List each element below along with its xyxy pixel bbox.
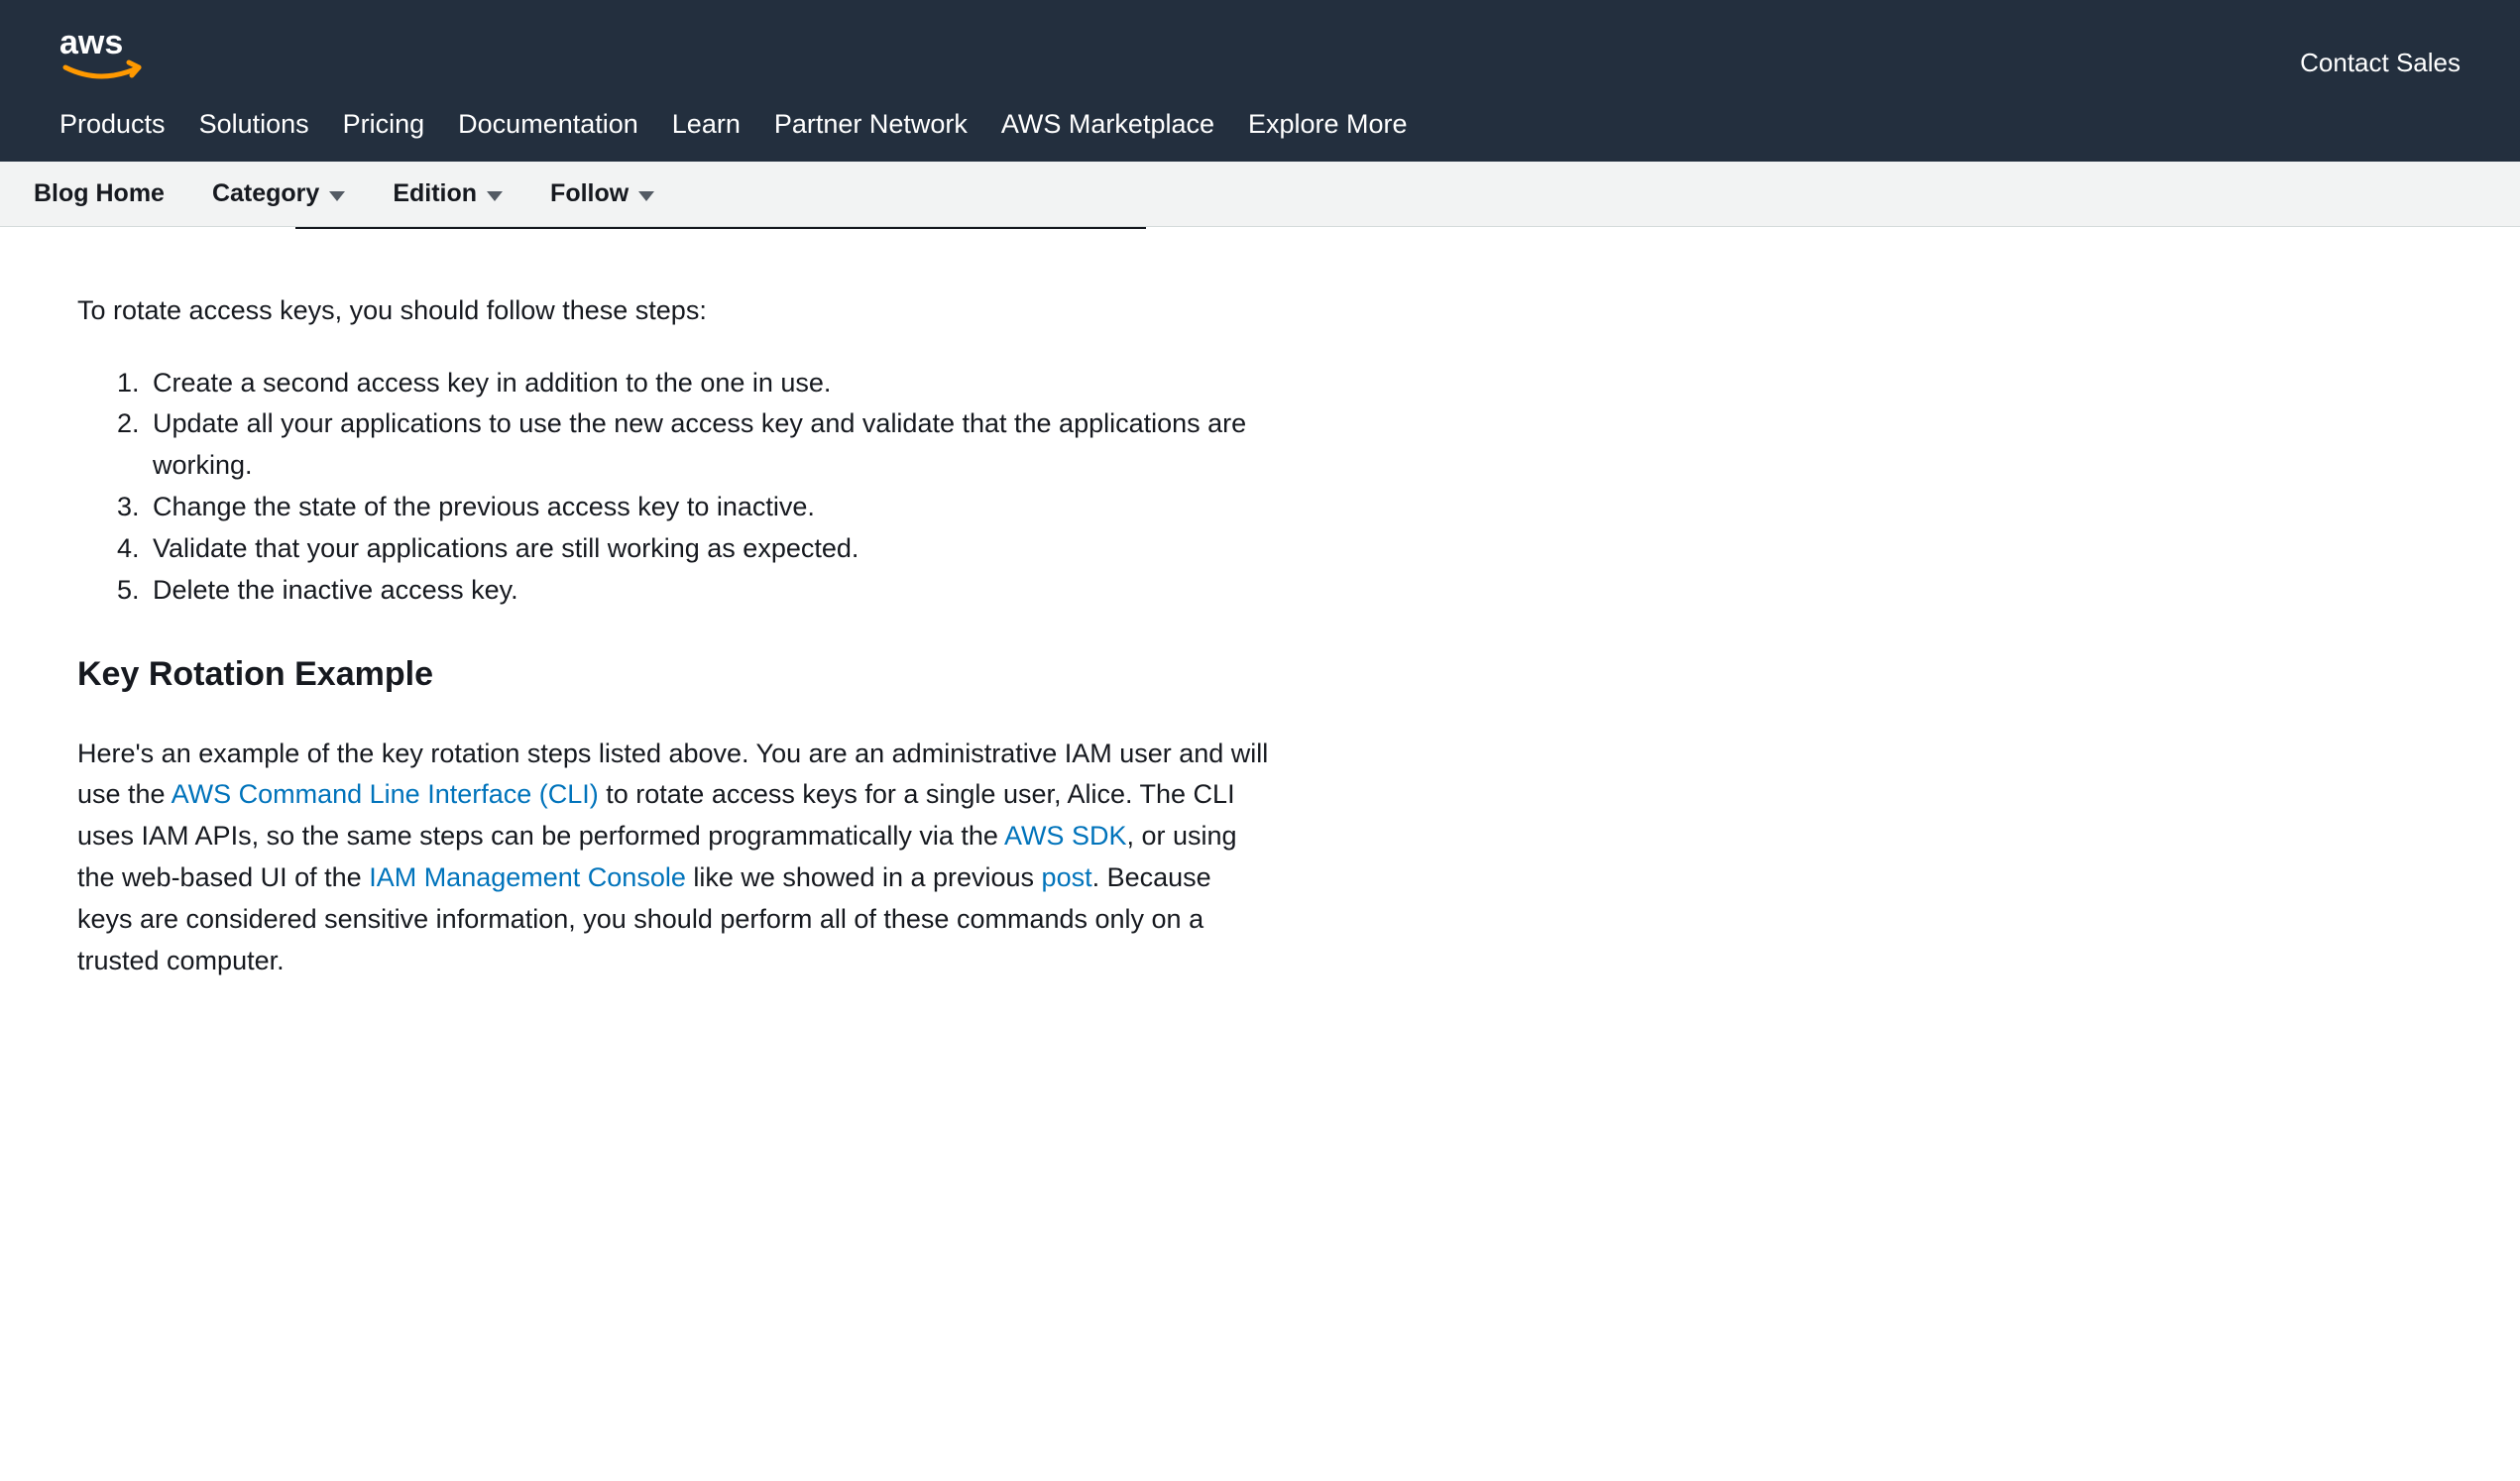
list-item: Create a second access key in addition t…: [147, 363, 1271, 404]
svg-text:aws: aws: [59, 24, 123, 61]
link-aws-sdk[interactable]: AWS SDK: [1004, 821, 1127, 851]
nav-pricing[interactable]: Pricing: [343, 109, 425, 140]
top-bar: aws Contact Sales: [0, 0, 2520, 89]
caret-down-icon: [638, 191, 654, 201]
link-previous-post[interactable]: post: [1042, 862, 1092, 892]
subnav-blog-home[interactable]: Blog Home: [34, 179, 165, 208]
body-paragraph: Here's an example of the key rotation st…: [77, 734, 1271, 982]
blog-sub-nav: Blog Home Category Edition Follow: [0, 162, 2520, 227]
intro-paragraph: To rotate access keys, you should follow…: [77, 290, 1271, 331]
main-nav: Products Solutions Pricing Documentation…: [0, 89, 2520, 162]
link-aws-cli[interactable]: AWS Command Line Interface (CLI): [172, 779, 599, 809]
subnav-edition-label: Edition: [393, 179, 477, 208]
subnav-category[interactable]: Category: [212, 179, 345, 208]
subnav-follow-label: Follow: [550, 179, 629, 208]
list-item: Change the state of the previous access …: [147, 487, 1271, 528]
para-text: like we showed in a previous: [686, 862, 1042, 892]
subnav-edition[interactable]: Edition: [393, 179, 503, 208]
nav-explore-more[interactable]: Explore More: [1248, 109, 1408, 140]
caret-down-icon: [487, 191, 503, 201]
steps-list: Create a second access key in addition t…: [77, 363, 1271, 612]
nav-solutions[interactable]: Solutions: [199, 109, 309, 140]
article-content: To rotate access keys, you should follow…: [0, 227, 1348, 1042]
nav-documentation[interactable]: Documentation: [458, 109, 638, 140]
nav-products[interactable]: Products: [59, 109, 166, 140]
nav-marketplace[interactable]: AWS Marketplace: [1001, 109, 1214, 140]
aws-logo[interactable]: aws: [59, 24, 169, 89]
list-item: Delete the inactive access key.: [147, 570, 1271, 612]
subnav-follow[interactable]: Follow: [550, 179, 654, 208]
link-iam-console[interactable]: IAM Management Console: [369, 862, 686, 892]
subnav-category-label: Category: [212, 179, 319, 208]
horizontal-divider: [295, 227, 1146, 229]
list-item: Update all your applications to use the …: [147, 403, 1271, 487]
contact-sales-link[interactable]: Contact Sales: [2300, 24, 2461, 78]
nav-learn[interactable]: Learn: [672, 109, 741, 140]
caret-down-icon: [329, 191, 345, 201]
list-item: Validate that your applications are stil…: [147, 528, 1271, 570]
subnav-blog-home-label: Blog Home: [34, 179, 165, 208]
site-header: aws Contact Sales Products Solutions Pri…: [0, 0, 2520, 162]
aws-logo-icon: aws: [59, 24, 169, 89]
nav-partner-network[interactable]: Partner Network: [774, 109, 968, 140]
section-heading: Key Rotation Example: [77, 655, 1271, 694]
